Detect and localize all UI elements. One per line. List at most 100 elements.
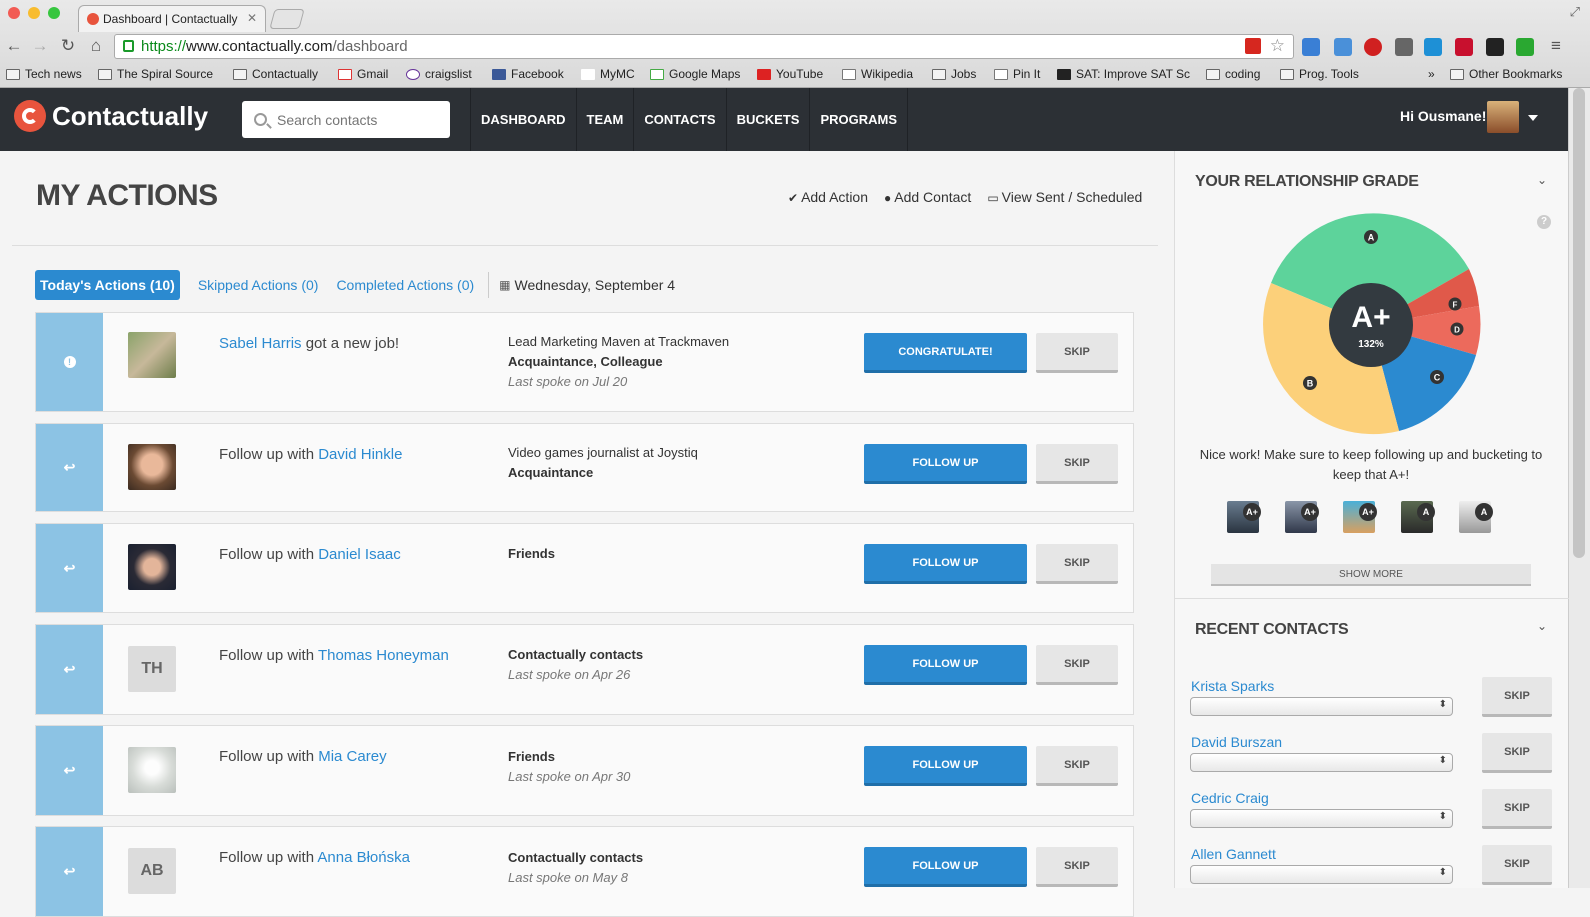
follow-up-button[interactable]: FOLLOW UP (864, 444, 1027, 484)
scrollbar-thumb[interactable] (1573, 88, 1585, 558)
team-avatar[interactable]: A+ (1285, 501, 1319, 533)
bookmark-item[interactable]: coding (1206, 67, 1260, 81)
back-button[interactable]: ← (4, 36, 24, 56)
chevron-down-icon[interactable] (1528, 115, 1538, 121)
nav-dashboard[interactable]: DASHBOARD (470, 88, 576, 151)
avatar[interactable] (1487, 101, 1519, 133)
menu-icon[interactable]: ≡ (1546, 36, 1566, 56)
contact-link[interactable]: Anna Błońska (317, 849, 410, 866)
tab-skipped[interactable]: Skipped Actions (0) (198, 277, 319, 293)
logo[interactable]: Contactually (14, 100, 208, 132)
reload-button[interactable]: ↻ (58, 36, 78, 56)
view-sent-link[interactable]: ▭ View Sent / Scheduled (987, 189, 1142, 205)
tab-completed[interactable]: Completed Actions (0) (336, 277, 474, 293)
user-greeting[interactable]: Hi Ousmane! (1400, 108, 1486, 124)
congratulate-button[interactable]: CONGRATULATE! (864, 333, 1027, 373)
cast-extension-icon[interactable] (1395, 38, 1413, 56)
add-contact-link[interactable]: ● Add Contact (884, 189, 971, 205)
nav-team[interactable]: TEAM (575, 88, 634, 151)
buffer-extension-icon[interactable] (1486, 38, 1504, 56)
mail-extension-icon[interactable] (1334, 38, 1352, 56)
bookmark-item[interactable]: craigslist (406, 67, 472, 81)
follow-up-button[interactable]: FOLLOW UP (864, 645, 1027, 685)
page-scrollbar[interactable] (1568, 88, 1590, 888)
nav-contacts[interactable]: CONTACTS (633, 88, 725, 151)
browser-tab[interactable]: Dashboard | Contactually ✕ (78, 5, 266, 32)
zoom-window-button[interactable] (48, 7, 60, 19)
chevron-down-icon[interactable]: ⌄ (1537, 173, 1547, 187)
contact-link[interactable]: Sabel Harris (219, 335, 302, 352)
skip-button[interactable]: SKIP (1482, 677, 1552, 717)
bucket-select[interactable] (1190, 697, 1453, 716)
tab-today[interactable]: Today's Actions (10) (35, 270, 180, 300)
recent-contact-link[interactable]: Krista Sparks (1191, 678, 1274, 694)
bookmarks-overflow-button[interactable]: » (1428, 67, 1435, 81)
close-window-button[interactable] (8, 7, 20, 19)
adblock-extension-icon[interactable] (1364, 38, 1382, 56)
add-action-link[interactable]: ✔ Add Action (788, 189, 868, 205)
bookmark-item[interactable]: The Spiral Source (98, 67, 213, 81)
team-avatar[interactable]: A (1459, 501, 1493, 533)
forward-button[interactable]: → (30, 36, 50, 56)
bookmark-item[interactable]: Prog. Tools (1280, 67, 1359, 81)
bookmark-item[interactable]: Contactually (233, 67, 318, 81)
new-tab-button[interactable] (269, 9, 305, 29)
nav-programs[interactable]: PROGRAMS (809, 88, 909, 151)
avatar[interactable] (128, 747, 176, 793)
bookmark-item[interactable]: MyMC (581, 67, 635, 81)
recent-contact-link[interactable]: Allen Gannett (1191, 846, 1276, 862)
bookmark-star-icon[interactable]: ☆ (1270, 36, 1285, 56)
l-extension-icon[interactable] (1516, 38, 1534, 56)
follow-up-button[interactable]: FOLLOW UP (864, 544, 1027, 584)
bookmark-item[interactable]: Google Maps (650, 67, 740, 81)
avatar-initials[interactable]: AB (128, 848, 176, 894)
lastpass-extension-icon[interactable] (1455, 38, 1473, 56)
search-box[interactable] (242, 101, 450, 138)
contact-link[interactable]: Thomas Honeyman (318, 647, 449, 664)
home-button[interactable]: ⌂ (86, 36, 106, 56)
bookmark-item[interactable]: Pin It (994, 67, 1040, 81)
bookmark-item[interactable]: Jobs (932, 67, 976, 81)
skip-button[interactable]: SKIP (1036, 746, 1118, 786)
avatar[interactable] (128, 332, 176, 378)
follow-up-button[interactable]: FOLLOW UP (864, 847, 1027, 887)
other-bookmarks[interactable]: Other Bookmarks (1450, 67, 1562, 81)
bookmark-item[interactable]: Wikipedia (842, 67, 913, 81)
skip-button[interactable]: SKIP (1482, 789, 1552, 829)
avatar-initials[interactable]: TH (128, 646, 176, 692)
flash-icon[interactable] (1245, 38, 1261, 54)
fullscreen-icon[interactable]: ⤢ (1570, 4, 1580, 20)
skip-button[interactable]: SKIP (1036, 333, 1118, 373)
nav-buckets[interactable]: BUCKETS (725, 88, 810, 151)
team-avatar[interactable]: A+ (1343, 501, 1377, 533)
bucket-select[interactable] (1190, 809, 1453, 828)
contact-link[interactable]: Daniel Isaac (318, 546, 401, 563)
chevron-down-icon[interactable]: ⌄ (1537, 619, 1547, 633)
team-avatar[interactable]: A (1401, 501, 1435, 533)
minimize-window-button[interactable] (28, 7, 40, 19)
recent-contact-link[interactable]: Cedric Craig (1191, 790, 1269, 806)
skip-button[interactable]: SKIP (1482, 733, 1552, 773)
bookmark-item[interactable]: Facebook (492, 67, 564, 81)
bookmark-item[interactable]: Gmail (338, 67, 388, 81)
recent-contact-link[interactable]: David Burszan (1191, 734, 1282, 750)
skip-button[interactable]: SKIP (1482, 845, 1552, 885)
address-bar[interactable]: https://www.contactually.com/dashboard ☆ (114, 34, 1294, 59)
bookmark-item[interactable]: YouTube (757, 67, 823, 81)
contact-link[interactable]: David Hinkle (318, 446, 402, 463)
help-icon[interactable]: ? (1537, 215, 1551, 229)
bucket-select[interactable] (1190, 753, 1453, 772)
bookmark-item[interactable]: Tech news (6, 67, 82, 81)
bookmark-item[interactable]: SAT: Improve SAT Sc (1057, 67, 1190, 81)
search-input[interactable] (277, 111, 437, 128)
close-tab-icon[interactable]: ✕ (247, 11, 257, 25)
bucket-select[interactable] (1190, 865, 1453, 884)
skip-button[interactable]: SKIP (1036, 847, 1118, 887)
download-extension-icon[interactable] (1424, 38, 1442, 56)
skip-button[interactable]: SKIP (1036, 444, 1118, 484)
calendar-extension-icon[interactable] (1302, 38, 1320, 56)
contact-link[interactable]: Mia Carey (318, 748, 386, 765)
show-more-button[interactable]: SHOW MORE (1211, 564, 1531, 586)
avatar[interactable] (128, 444, 176, 490)
skip-button[interactable]: SKIP (1036, 645, 1118, 685)
